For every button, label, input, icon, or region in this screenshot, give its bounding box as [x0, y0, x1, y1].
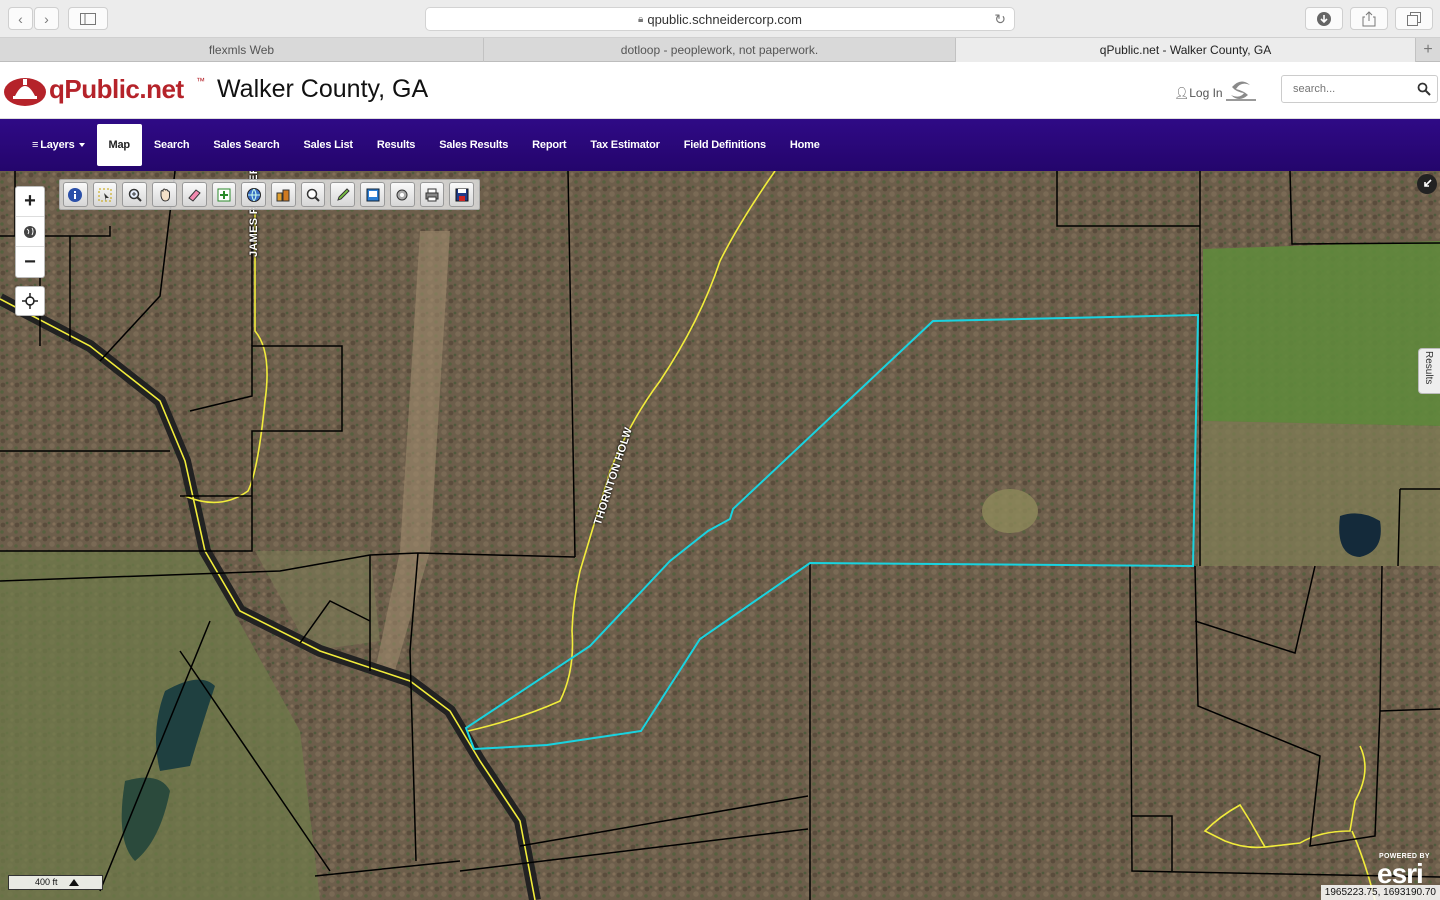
print-preview-icon: [366, 188, 380, 201]
settings-icon: [396, 189, 408, 200]
zoom-control: + −: [15, 186, 45, 278]
qpublic-logo-text[interactable]: qPublic.net: [49, 74, 184, 105]
find-tool-button[interactable]: [300, 182, 326, 207]
chevron-left-icon: ‹: [18, 10, 23, 27]
coordinate-readout: 1965223.75, 1693190.70: [1320, 885, 1440, 900]
caret-down-icon: [78, 143, 85, 147]
share-button[interactable]: [1350, 7, 1388, 30]
pasture-field: [1203, 241, 1440, 426]
share-icon: [1362, 10, 1376, 26]
globe-icon: [246, 187, 261, 202]
browser-tab-flexmls[interactable]: flexmls Web: [0, 38, 484, 62]
eraser-tool-button[interactable]: [181, 182, 207, 207]
collapse-panel-button[interactable]: [1417, 174, 1437, 194]
small-clearing: [982, 489, 1038, 533]
results-side-tab[interactable]: Results: [1418, 348, 1440, 394]
site-header: qPublic.net ™ Walker County, GA 👤︎Log In: [0, 62, 1440, 119]
browser-tab-strip: flexmls Web dotloop - peoplework, not pa…: [0, 38, 1440, 62]
browser-toolbar: ‹ › 🔒︎ qpublic.schneidercorp.com ↻: [0, 0, 1440, 38]
info-icon: [68, 187, 83, 202]
download-icon: [1317, 11, 1331, 26]
buildings-icon: [276, 189, 290, 201]
tab-overview-button[interactable]: [1395, 7, 1433, 30]
basemap-tool-button[interactable]: [241, 182, 267, 207]
map-toolbar: [59, 179, 480, 210]
login-link[interactable]: 👤︎Log In: [1174, 86, 1223, 100]
new-tab-button[interactable]: +: [1416, 38, 1440, 62]
browser-tab-qpublic[interactable]: qPublic.net - Walker County, GA: [956, 38, 1416, 62]
magnifier-icon: [306, 188, 320, 202]
crosshair-icon: [22, 293, 38, 309]
nav-field-definitions[interactable]: Field Definitions: [672, 124, 778, 166]
print-tool-button[interactable]: [419, 182, 445, 207]
schneider-logo-icon: [1226, 81, 1256, 101]
zoom-out-button[interactable]: −: [16, 247, 44, 277]
back-button[interactable]: ‹: [8, 7, 33, 30]
tabs-overview-icon: [1407, 11, 1421, 26]
plus-icon: +: [1423, 41, 1433, 58]
print-preview-tool-button[interactable]: [360, 182, 385, 207]
main-nav: ≡ Layers Map Search Sales Search Sales Li…: [0, 119, 1440, 171]
zoom-box-tool-button[interactable]: [122, 182, 148, 207]
pencil-icon: [337, 187, 350, 201]
nav-layers[interactable]: ≡ Layers: [20, 124, 97, 166]
nav-results[interactable]: Results: [365, 124, 427, 166]
pan-tool-button[interactable]: [152, 182, 177, 207]
nav-sales-search[interactable]: Sales Search: [201, 124, 291, 166]
nav-home[interactable]: Home: [778, 124, 832, 166]
url-text: qpublic.schneidercorp.com: [647, 11, 802, 27]
nav-tax-estimator[interactable]: Tax Estimator: [578, 124, 671, 166]
search-icon[interactable]: [1417, 82, 1431, 96]
user-icon: 👤︎: [1174, 86, 1190, 100]
draw-tool-button[interactable]: [330, 182, 356, 207]
globe-icon: [24, 225, 36, 238]
select-icon: [98, 188, 112, 201]
buildings-tool-button[interactable]: [271, 182, 296, 207]
zoom-in-button[interactable]: +: [16, 187, 44, 217]
arrow-collapse-icon: [1424, 179, 1432, 187]
scale-bar: 400 ft: [8, 875, 103, 890]
measure-tool-button[interactable]: [211, 182, 237, 207]
zoom-in-tool-icon: [128, 188, 142, 202]
pan-icon: [160, 188, 170, 202]
chevron-right-icon: ›: [44, 10, 49, 27]
full-extent-button[interactable]: [16, 217, 44, 247]
nav-report[interactable]: Report: [520, 124, 578, 166]
nav-search[interactable]: Search: [142, 124, 202, 166]
nav-map[interactable]: Map: [96, 124, 142, 166]
measure-icon: [217, 188, 231, 201]
sidebar-icon: [80, 12, 96, 25]
eraser-icon: [188, 188, 201, 202]
identify-tool-button[interactable]: [63, 182, 88, 207]
downloads-button[interactable]: [1305, 7, 1343, 30]
esri-attribution-logo[interactable]: POWERED BY esri: [1376, 853, 1438, 889]
printer-icon: [425, 188, 439, 201]
layers-icon: ≡: [32, 139, 39, 151]
county-title: Walker County, GA: [217, 75, 429, 103]
nav-sales-list[interactable]: Sales List: [292, 124, 365, 166]
locate-button[interactable]: [15, 286, 45, 316]
capitol-dome-logo-icon[interactable]: [3, 72, 47, 106]
site-search-input[interactable]: [1282, 76, 1412, 102]
save-tool-button[interactable]: [449, 182, 475, 207]
aerial-imagery[interactable]: [0, 171, 1440, 900]
lock-icon: 🔒︎: [638, 13, 644, 25]
sidebar-toggle-button[interactable]: [68, 7, 108, 30]
parcel-map[interactable]: JAMES FARMER THORNTON HOLW + − Results 4…: [0, 171, 1440, 900]
save-icon: [455, 188, 469, 201]
site-search-box[interactable]: [1281, 75, 1438, 103]
reload-icon[interactable]: ↻: [994, 11, 1006, 28]
pasture-field: [1198, 421, 1440, 566]
forward-button[interactable]: ›: [34, 7, 59, 30]
nav-sales-results[interactable]: Sales Results: [427, 124, 520, 166]
settings-tool-button[interactable]: [389, 182, 415, 207]
browser-tab-dotloop[interactable]: dotloop - peoplework, not paperwork.: [484, 38, 956, 62]
scale-triangle-icon: [69, 879, 79, 886]
select-tool-button[interactable]: [92, 182, 118, 207]
trademark-mark: ™: [196, 76, 205, 86]
address-bar[interactable]: 🔒︎ qpublic.schneidercorp.com ↻: [425, 7, 1015, 31]
